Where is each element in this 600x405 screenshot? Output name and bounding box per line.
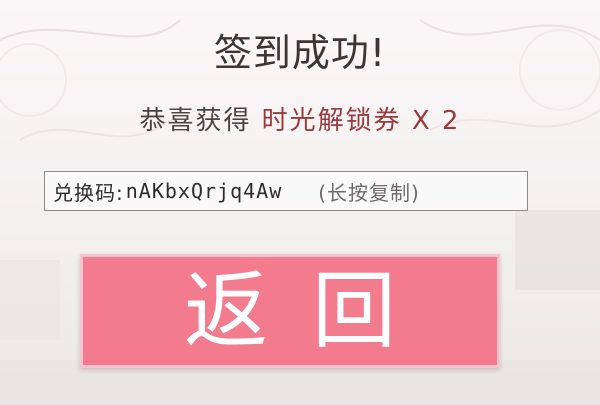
- copy-hint: (长按复制): [318, 180, 420, 205]
- reward-prefix: 恭喜获得: [139, 106, 252, 136]
- dialog-title: 签到成功!: [213, 31, 387, 75]
- return-button[interactable]: 返回: [80, 254, 500, 368]
- return-button-label: 返回: [183, 262, 440, 360]
- reward-message: 恭喜获得 时光解锁券 X 2: [0, 100, 600, 137]
- redeem-code-label: 兑换码:: [53, 180, 124, 205]
- redeem-code-field[interactable]: 兑换码: nAKbxQrjq4Aw (长按复制): [44, 171, 528, 211]
- reward-item: 时光解锁券 X 2: [261, 106, 461, 136]
- checkin-success-screen: 签到成功! 恭喜获得 时光解锁券 X 2 兑换码: nAKbxQrjq4Aw (长…: [0, 0, 600, 405]
- redeem-code-value[interactable]: nAKbxQrjq4Aw: [126, 179, 283, 203]
